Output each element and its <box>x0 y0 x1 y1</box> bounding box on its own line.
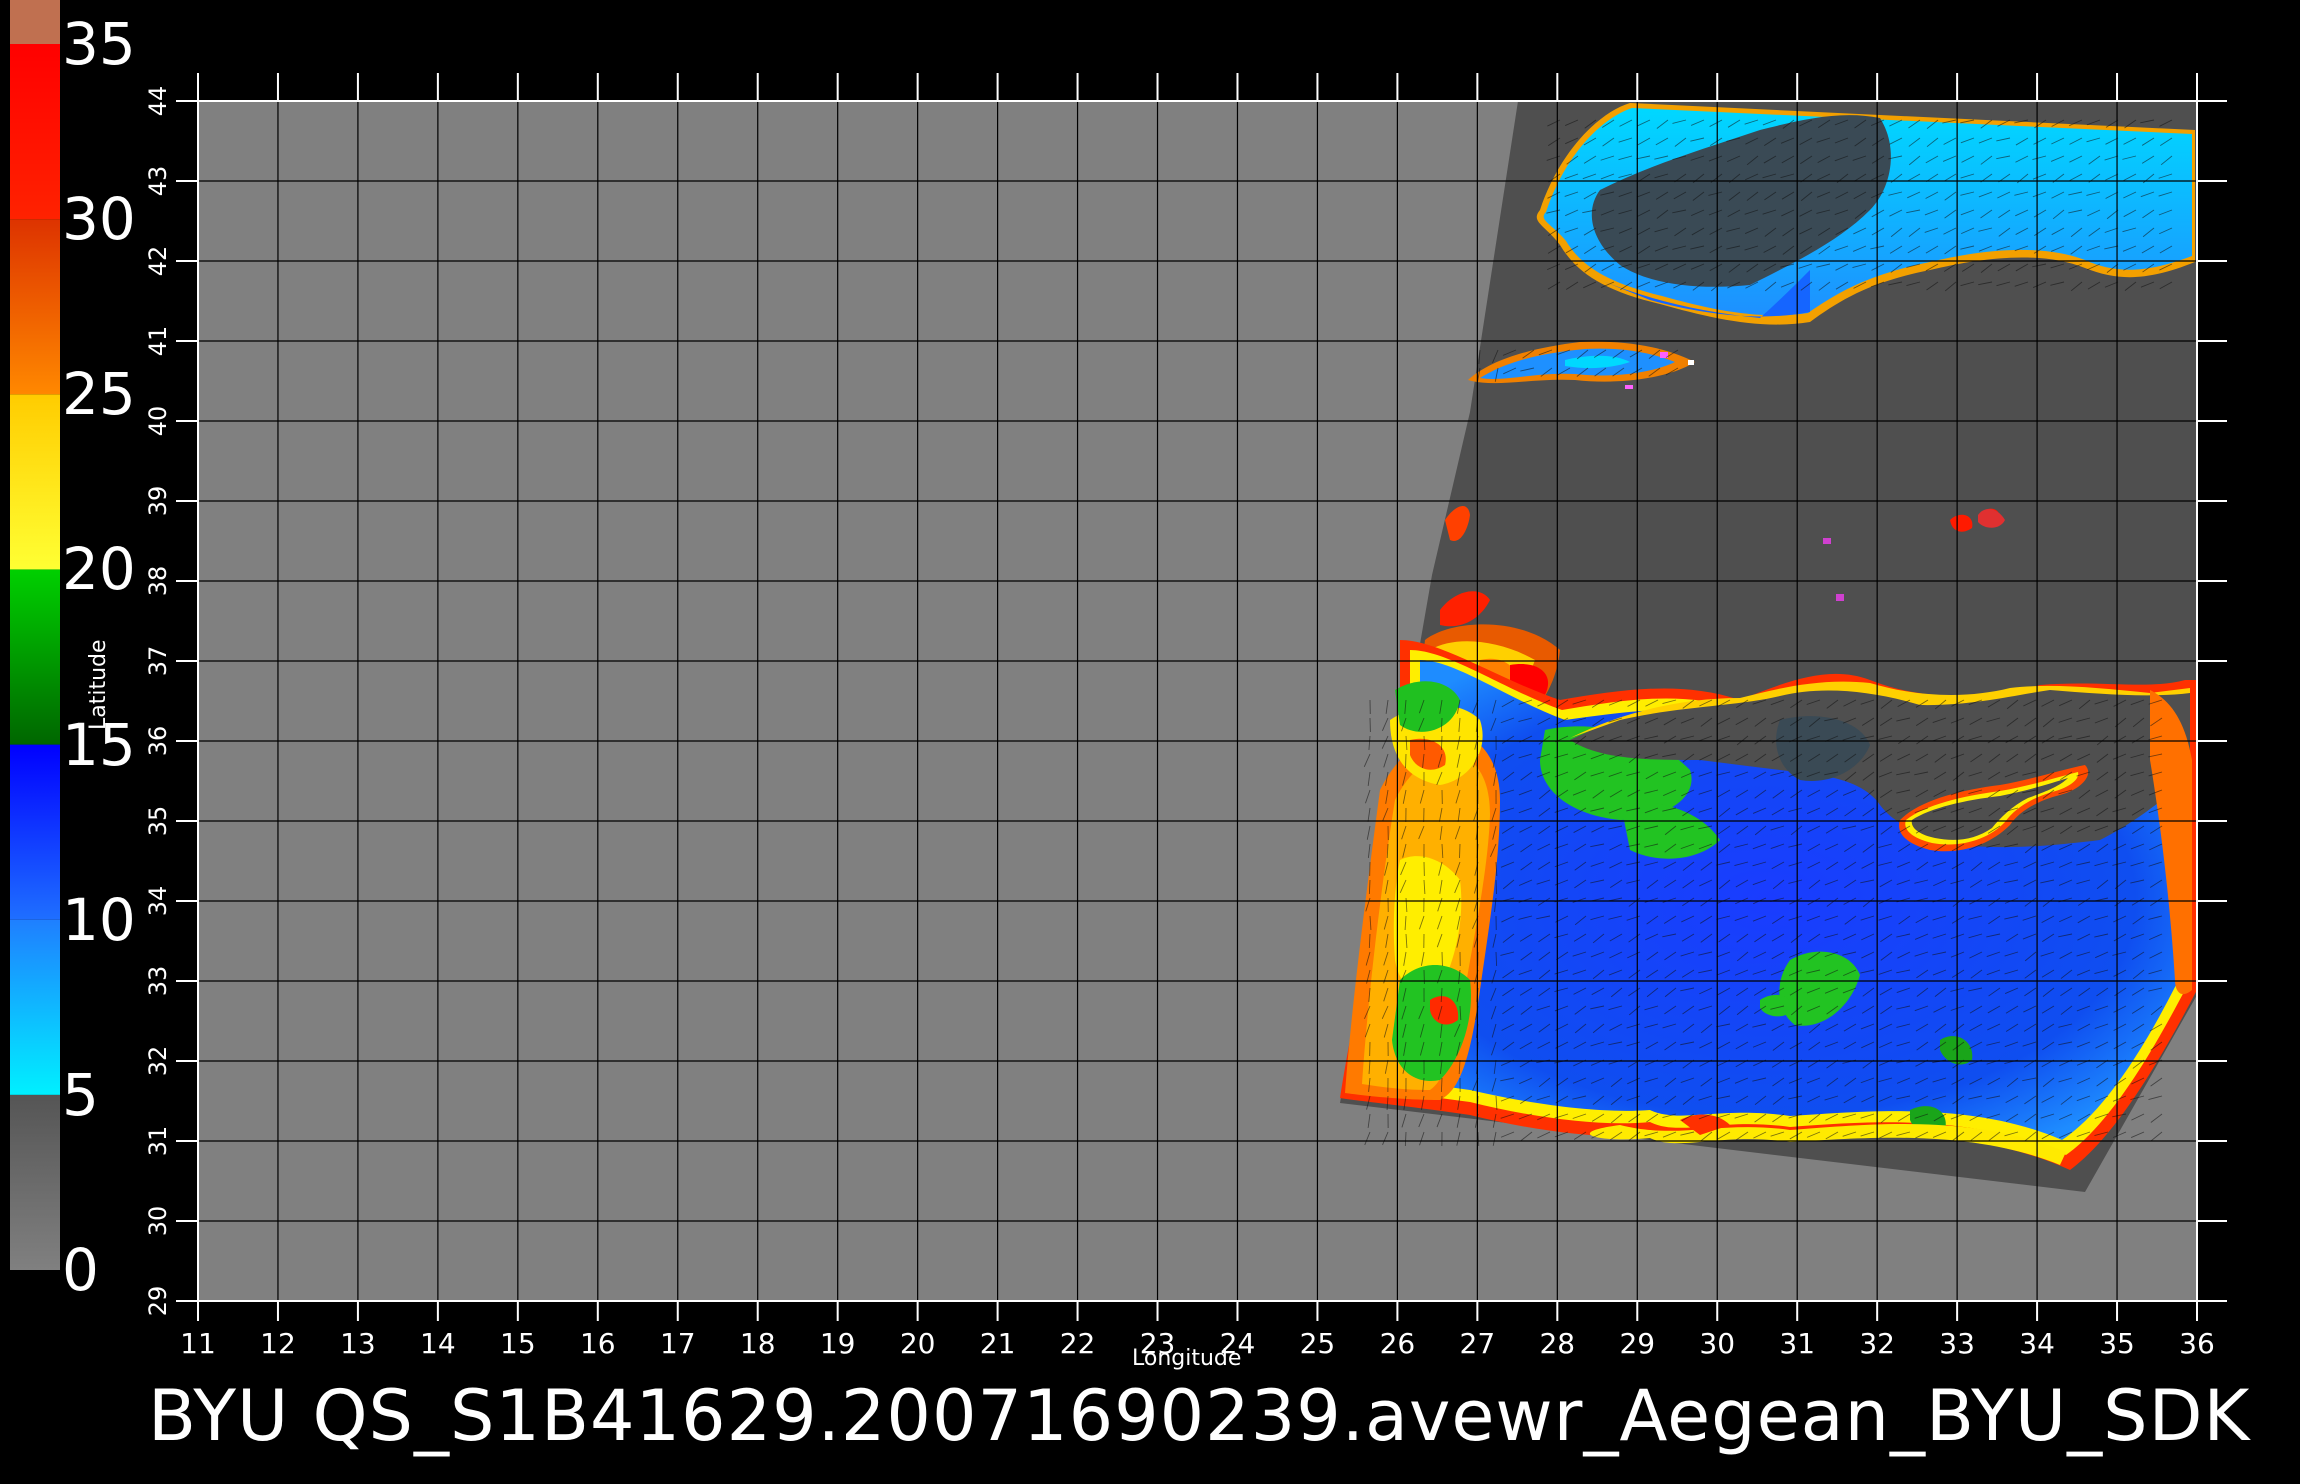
lon-tick-label: 36 <box>2179 1327 2215 1360</box>
lat-tick-label: 31 <box>144 1126 172 1157</box>
lon-tick-label: 20 <box>900 1327 936 1360</box>
lon-tick-label: 22 <box>1060 1327 1096 1360</box>
wind-vector <box>1369 880 1370 894</box>
lon-tick-label: 33 <box>1939 1327 1975 1360</box>
colorbar-label: 30 <box>62 189 136 249</box>
lon-tick-label: 19 <box>820 1327 856 1360</box>
colorbar-label: 25 <box>62 364 136 424</box>
lon-tick-label: 25 <box>1300 1327 1336 1360</box>
wind-map-figure: 1112131415161718192021222324252627282930… <box>0 0 2300 1480</box>
colorbar-segment <box>10 569 60 744</box>
lon-tick-label: 31 <box>1779 1327 1815 1360</box>
wind-vector <box>1441 1078 1442 1092</box>
colorbar-segment <box>10 920 60 1095</box>
colorbar-segment <box>10 219 60 394</box>
lat-tick-label: 43 <box>144 166 172 197</box>
lat-tick-label: 32 <box>144 1046 172 1077</box>
lat-tick-label: 30 <box>144 1206 172 1237</box>
lon-tick-label: 16 <box>580 1327 616 1360</box>
lon-tick-label: 32 <box>1859 1327 1895 1360</box>
colorbar-segment <box>10 394 60 569</box>
lon-tick-label: 13 <box>340 1327 376 1360</box>
lat-tick-label: 35 <box>144 806 172 837</box>
lon-tick-label: 29 <box>1619 1327 1655 1360</box>
lon-tick-label: 27 <box>1460 1327 1496 1360</box>
lat-tick-label: 34 <box>144 886 172 917</box>
lon-tick-label: 11 <box>180 1327 216 1360</box>
colorbar-segment <box>10 745 60 920</box>
colorbar-top-swatch <box>10 0 60 44</box>
lat-tick-label: 37 <box>144 646 172 677</box>
colorbar-segment <box>10 1095 60 1270</box>
wind-vector <box>1441 718 1442 732</box>
lon-tick-label: 34 <box>2019 1327 2055 1360</box>
lon-tick-label: 18 <box>740 1327 776 1360</box>
colorbar-segment <box>10 44 60 219</box>
colorbar <box>10 0 60 1270</box>
lon-tick-label: 21 <box>980 1327 1016 1360</box>
lon-tick-label: 17 <box>660 1327 696 1360</box>
lon-tick-label: 15 <box>500 1327 536 1360</box>
colorbar-label: 5 <box>62 1065 99 1125</box>
lon-tick-label: 28 <box>1539 1327 1575 1360</box>
lon-tick-label: 35 <box>2099 1327 2135 1360</box>
lat-tick-label: 41 <box>144 326 172 357</box>
colorbar-label: 0 <box>62 1240 99 1300</box>
lat-tick-label: 44 <box>144 86 172 117</box>
lon-tick-label: 26 <box>1380 1327 1416 1360</box>
image-caption: BYU QS_S1B41629.20071690239.avewr_Aegean… <box>148 1368 2300 1464</box>
colorbar-label: 10 <box>62 890 136 950</box>
colorbar-label: 35 <box>62 14 136 74</box>
wind-vector <box>1441 736 1442 750</box>
lat-tick-label: 39 <box>144 486 172 517</box>
wind-speed-map: 1112131415161718192021222324252627282930… <box>0 0 2300 1480</box>
mediterranean-winds <box>1340 640 2200 1170</box>
lon-tick-label: 30 <box>1699 1327 1735 1360</box>
lat-tick-label: 29 <box>144 1286 172 1317</box>
lat-tick-label: 42 <box>144 246 172 277</box>
lat-tick-label: 33 <box>144 966 172 997</box>
lon-tick-label: 12 <box>260 1327 296 1360</box>
colorbar-label: 20 <box>62 539 136 599</box>
lat-tick-label: 40 <box>144 406 172 437</box>
lat-tick-label: 38 <box>144 566 172 597</box>
colorbar-label: 15 <box>62 715 136 775</box>
wind-vector <box>1496 952 1497 966</box>
lon-tick-label: 14 <box>420 1327 456 1360</box>
lat-tick-label: 36 <box>144 726 172 757</box>
